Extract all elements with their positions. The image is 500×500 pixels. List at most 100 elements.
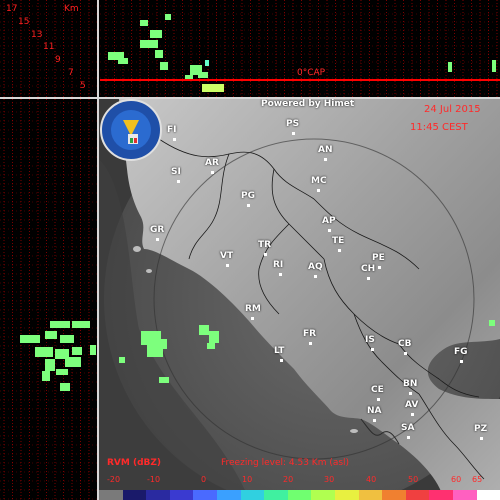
city-label-cb: CB (398, 339, 412, 349)
city-dot-lt (280, 359, 283, 362)
scale-swatch (334, 490, 359, 500)
scale-swatch (264, 490, 288, 500)
city-label-na: NA (367, 406, 382, 416)
scale-swatch (193, 490, 217, 500)
city-label-fg: FG (454, 347, 468, 357)
city-dot-pg (247, 204, 250, 207)
city-dot-pz (480, 437, 483, 440)
city-label-bn: BN (403, 379, 418, 389)
scale-swatch (216, 490, 241, 500)
city-label-pe: PE (372, 253, 385, 263)
left-cross-section-grid (0, 99, 97, 500)
scale-label: 40 (366, 475, 377, 484)
dbz-color-scale (99, 490, 500, 500)
city-dot-na (373, 419, 376, 422)
city-dot-sa (407, 436, 410, 439)
city-label-av: AV (405, 400, 419, 410)
city-label-ar: AR (205, 158, 219, 168)
city-dot-fi (173, 138, 176, 141)
city-label-gr: GR (150, 225, 165, 235)
left-cross-section-panel: 3 1 (0, 99, 97, 500)
date-label: 24 Jul 2015 (424, 104, 481, 115)
city-dot-ri (279, 273, 282, 276)
km-label: Km (64, 4, 79, 14)
scale-label: 10 (242, 475, 253, 484)
time-label: 11:45 CEST (410, 122, 468, 133)
city-dot-pe (378, 266, 381, 269)
scale-swatch (287, 490, 312, 500)
scale-swatch (122, 490, 147, 500)
city-label-ri: RI (273, 260, 284, 270)
scale-swatch (429, 490, 453, 500)
city-dot-ar (211, 171, 214, 174)
scale-label: -20 (107, 475, 121, 484)
city-dot-cb (404, 352, 407, 355)
altitude-label-11: 11 (43, 42, 55, 52)
city-dot-vt (226, 264, 229, 267)
scale-label: 65 (472, 475, 483, 484)
scale-label: 20 (283, 475, 294, 484)
city-label-ce: CE (371, 385, 384, 395)
city-dot-ce (377, 398, 380, 401)
city-dot-rm (251, 317, 254, 320)
scale-swatch (452, 490, 477, 500)
radar-map-panel[interactable]: FI PS AN SI AR MC PG AP GR TE TR PE VT RI AQ CH RM FR LT IS… (99, 99, 500, 500)
city-dot-fr (309, 342, 312, 345)
zero-cap-label: 0°CAP (297, 68, 326, 78)
scale-label: 60 (451, 475, 462, 484)
scale-swatch (240, 490, 265, 500)
city-dot-ps (292, 132, 295, 135)
city-label-pg: PG (241, 191, 255, 201)
civil-protection-logo (100, 99, 162, 161)
city-label-pz: PZ (474, 424, 488, 434)
city-label-fr: FR (303, 329, 317, 339)
altitude-label-7: 7 (68, 68, 74, 78)
altitude-label-13: 13 (31, 30, 43, 40)
city-label-te: TE (332, 236, 345, 246)
scale-label: 50 (408, 475, 419, 484)
scale-swatch (405, 490, 430, 500)
product-label: RVM (dBZ) (107, 458, 162, 468)
freezing-level-label: Freezing level: 4.53 Km (asl) (221, 458, 350, 468)
city-label-rm: RM (245, 304, 261, 314)
altitude-label-15: 15 (18, 17, 30, 27)
city-label-mc: MC (311, 176, 327, 186)
scale-swatch (169, 490, 194, 500)
city-dot-si (177, 180, 180, 183)
city-dot-aq (314, 275, 317, 278)
city-dot-ap (328, 229, 331, 232)
city-label-fi: FI (167, 125, 177, 135)
top-cross-section-grid (0, 0, 500, 97)
city-label-ch: CH (361, 264, 376, 274)
city-label-lt: LT (274, 346, 285, 356)
city-dot-ch (367, 277, 370, 280)
city-dot-bn (409, 392, 412, 395)
city-dot-fg (460, 360, 463, 363)
altitude-label-9: 9 (55, 55, 61, 65)
altitude-label-5: 5 (80, 81, 86, 91)
city-label-sa: SA (401, 423, 415, 433)
scale-swatch (476, 490, 500, 500)
city-dot-an (324, 158, 327, 161)
powered-by-label: Powered by Himet (261, 99, 355, 109)
city-label-aq: AQ (308, 262, 323, 272)
city-dot-mc (317, 189, 320, 192)
radar-map (99, 99, 500, 500)
scale-swatch (146, 490, 170, 500)
city-dot-tr (264, 253, 267, 256)
city-dot-av (411, 413, 414, 416)
city-label-ap: AP (322, 216, 336, 226)
city-label-tr: TR (258, 240, 272, 250)
city-dot-is (371, 348, 374, 351)
top-cross-section-panel: 17 15 13 11 9 7 5 Km 0°CAP (0, 0, 500, 97)
city-label-ps: PS (286, 119, 300, 129)
scale-label: -10 (147, 475, 161, 484)
scale-swatch (311, 490, 335, 500)
city-label-is: IS (365, 335, 375, 345)
city-dot-gr (156, 238, 159, 241)
scale-swatch (382, 490, 406, 500)
city-label-vt: VT (220, 251, 234, 261)
scale-swatch (358, 490, 383, 500)
city-label-an: AN (318, 145, 333, 155)
altitude-label-17: 17 (6, 4, 18, 14)
